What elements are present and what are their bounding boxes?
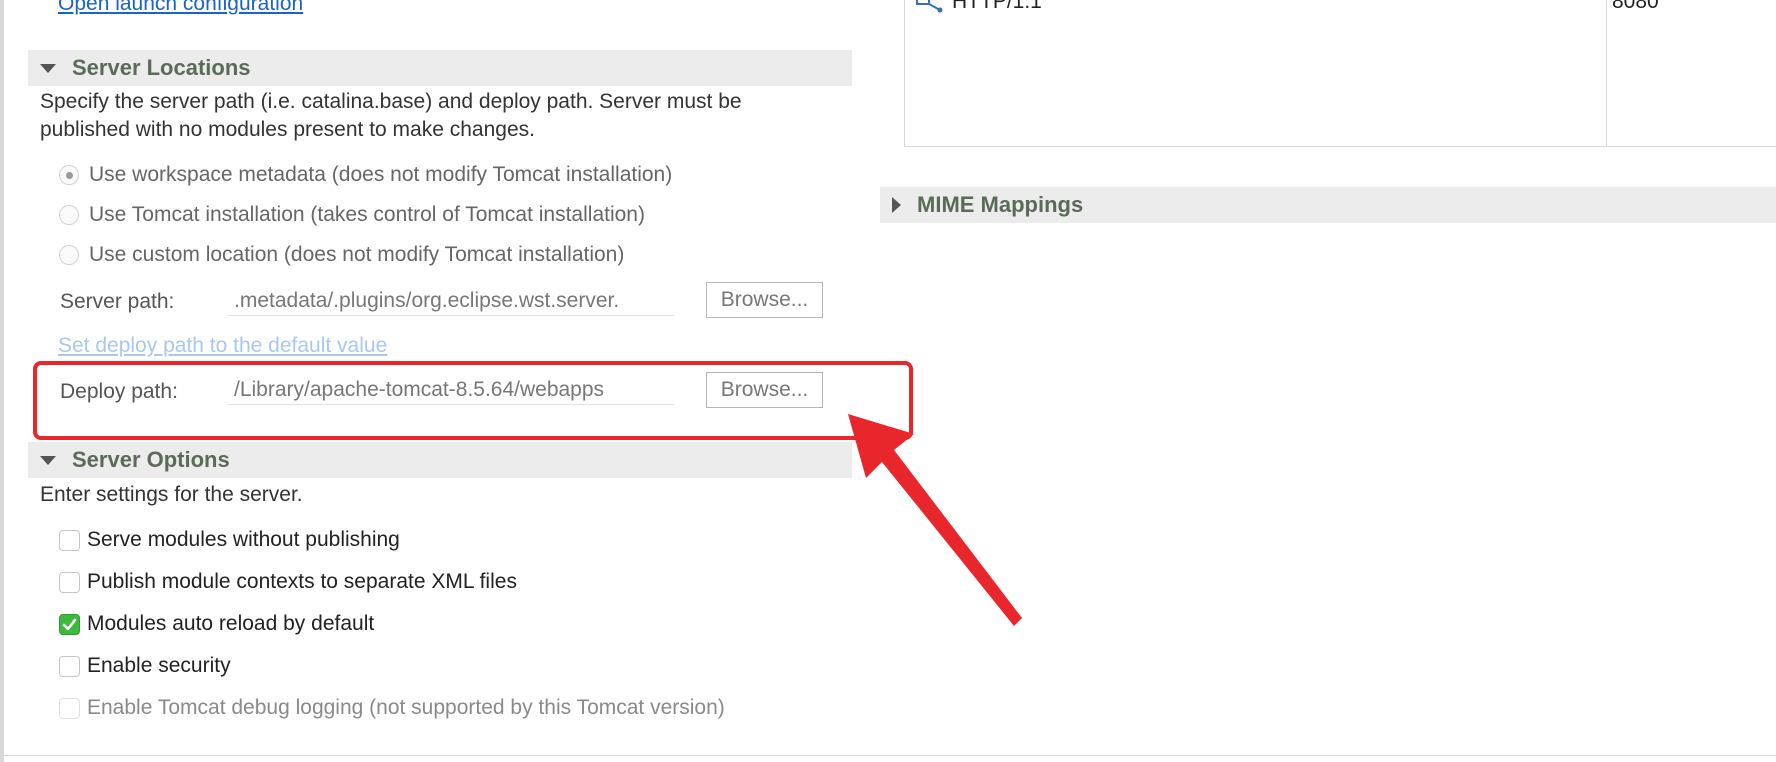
radio-workspace-metadata[interactable]: Use workspace metadata (does not modify …	[59, 163, 672, 187]
expand-triangle-icon	[892, 197, 901, 213]
editor-left-border	[0, 0, 4, 762]
checkbox-label: Enable Tomcat debug logging (not support…	[87, 696, 725, 719]
ports-table-row[interactable]: HTTP/1.1	[914, 0, 1042, 14]
server-path-label: Server path:	[60, 290, 175, 313]
checkbox-label: Publish module contexts to separate XML …	[87, 570, 517, 593]
radio-tomcat-installation[interactable]: Use Tomcat installation (takes control o…	[59, 203, 645, 227]
server-locations-header[interactable]: Server Locations	[28, 50, 852, 86]
checkbox-label: Modules auto reload by default	[87, 612, 375, 635]
description-line-2: published with no modules present to mak…	[40, 118, 535, 141]
server-options-header[interactable]: Server Options	[28, 442, 852, 478]
checkbox-enable-security[interactable]: Enable security	[59, 654, 231, 678]
deploy-path-highlight-box	[33, 361, 913, 440]
mime-mappings-title: MIME Mappings	[917, 192, 1084, 217]
server-locations-description: Specify the server path (i.e. catalina.b…	[40, 88, 860, 144]
description-line-1: Specify the server path (i.e. catalina.b…	[40, 90, 742, 113]
radio-label: Use Tomcat installation (takes control o…	[89, 203, 645, 226]
mime-mappings-header[interactable]: MIME Mappings	[880, 187, 1776, 223]
checkbox-label: Serve modules without publishing	[87, 528, 400, 551]
radio-button[interactable]	[59, 245, 79, 265]
server-locations-title: Server Locations	[72, 55, 251, 80]
annotation-arrow-icon	[848, 414, 1022, 626]
checkbox-debug-logging: Enable Tomcat debug logging (not support…	[59, 696, 725, 720]
checkbox-publish-contexts[interactable]: Publish module contexts to separate XML …	[59, 570, 517, 594]
collapse-triangle-icon	[40, 63, 56, 73]
checkbox[interactable]	[59, 529, 80, 551]
collapse-triangle-icon	[40, 455, 56, 465]
open-launch-configuration-link[interactable]: Open launch configuration	[58, 0, 303, 16]
checkbox-checked[interactable]	[59, 613, 80, 635]
server-path-field[interactable]: .metadata/.plugins/org.eclipse.wst.serve…	[228, 286, 674, 316]
set-default-deploy-path-link[interactable]: Set deploy path to the default value	[58, 334, 387, 358]
server-options-description: Enter settings for the server.	[40, 483, 303, 506]
server-options-title: Server Options	[72, 447, 230, 472]
radio-button[interactable]	[59, 205, 79, 225]
checkbox-label: Enable security	[87, 654, 231, 677]
checkbox[interactable]	[59, 655, 80, 677]
radio-custom-location[interactable]: Use custom location (does not modify Tom…	[59, 243, 624, 267]
server-path-browse-button[interactable]: Browse...	[706, 282, 823, 318]
editor-bottom-border	[0, 755, 1776, 756]
checkbox-serve-modules[interactable]: Serve modules without publishing	[59, 528, 400, 552]
ports-table-column-divider	[1606, 0, 1607, 146]
radio-button-selected[interactable]	[59, 165, 79, 185]
port-connector-icon	[916, 0, 943, 13]
checkbox[interactable]	[59, 571, 80, 593]
radio-label: Use workspace metadata (does not modify …	[89, 163, 673, 186]
port-name: HTTP/1.1	[952, 0, 1042, 13]
ports-table	[904, 0, 1776, 147]
checkbox-auto-reload[interactable]: Modules auto reload by default	[59, 612, 374, 636]
checkbox-disabled	[59, 697, 80, 719]
checkmark-icon	[62, 618, 77, 630]
port-number: 8080	[1612, 0, 1659, 13]
radio-label: Use custom location (does not modify Tom…	[89, 243, 625, 266]
